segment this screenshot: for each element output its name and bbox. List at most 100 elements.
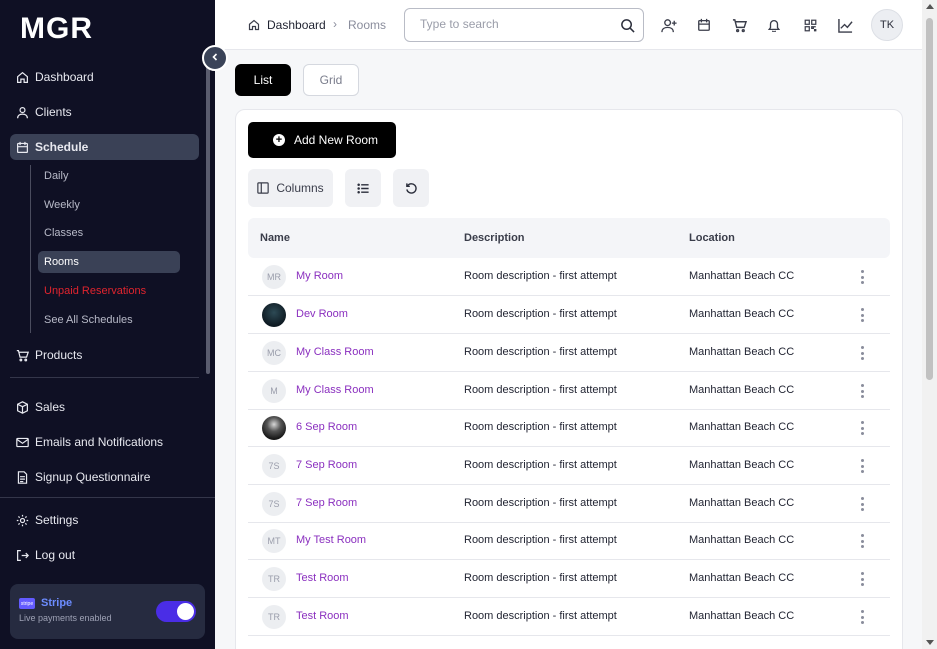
sidebar-item-products[interactable]: Products <box>10 342 199 368</box>
scroll-up-arrow-icon[interactable] <box>926 4 934 9</box>
sidebar-item-emails-and-notifications[interactable]: Emails and Notifications <box>10 429 199 455</box>
table-row[interactable]: MC My Class Room Room description - firs… <box>248 334 890 372</box>
room-name-link[interactable]: 7 Sep Room <box>296 459 357 471</box>
room-location: Manhattan Beach CC <box>689 497 795 509</box>
home-icon[interactable] <box>248 18 260 36</box>
room-avatar: MT <box>262 529 286 553</box>
room-name-link[interactable]: Dev Room <box>296 308 348 320</box>
room-name-link[interactable]: My Class Room <box>296 384 374 396</box>
room-name-link[interactable]: Test Room <box>296 610 349 622</box>
search-input[interactable] <box>420 17 610 31</box>
sidebar-item-log-out[interactable]: Log out <box>10 542 199 568</box>
room-name-link[interactable]: 6 Sep Room <box>296 421 357 433</box>
chevron-left-icon <box>210 49 220 67</box>
room-location: Manhattan Beach CC <box>689 459 795 471</box>
room-location: Manhattan Beach CC <box>689 384 795 396</box>
more-vertical-icon[interactable] <box>855 533 869 549</box>
user-icon <box>16 106 29 119</box>
stripe-subtitle: Live payments enabled <box>19 613 112 623</box>
sidebar-subitem-daily[interactable]: Daily <box>38 165 180 187</box>
column-header-name[interactable]: Name <box>260 232 290 244</box>
tab-list-view[interactable]: List <box>235 64 291 96</box>
more-vertical-icon[interactable] <box>855 269 869 285</box>
room-location: Manhattan Beach CC <box>689 421 795 433</box>
sidebar-item-dashboard[interactable]: Dashboard <box>10 64 199 90</box>
sidebar-subitem-rooms[interactable]: Rooms <box>38 251 180 273</box>
bell-icon[interactable] <box>765 16 783 34</box>
plus-circle-icon: + <box>273 134 285 146</box>
calendar-icon[interactable] <box>695 16 713 34</box>
room-avatar: MC <box>262 341 286 365</box>
room-name-link[interactable]: Test Room <box>296 572 349 584</box>
table-header: Name Description Location <box>248 218 890 258</box>
search-box[interactable] <box>404 8 644 42</box>
sidebar-item-clients[interactable]: Clients <box>10 99 199 125</box>
sidebar-item-schedule[interactable]: Schedule <box>10 134 199 160</box>
sidebar-item-label: Schedule <box>35 140 89 154</box>
cart-icon <box>16 349 29 362</box>
room-description: Room description - first attempt <box>464 308 617 320</box>
column-header-description[interactable]: Description <box>464 232 525 244</box>
refresh-icon <box>405 182 418 195</box>
document-icon <box>16 470 29 484</box>
app-logo[interactable]: MGR <box>20 12 93 46</box>
sidebar-subitem-weekly[interactable]: Weekly <box>38 194 180 216</box>
more-vertical-icon[interactable] <box>855 571 869 587</box>
sidebar-scrollbar[interactable] <box>206 62 210 374</box>
room-name-link[interactable]: My Test Room <box>296 534 366 546</box>
table-row[interactable]: TR Test Room Room description - first at… <box>248 598 890 636</box>
more-vertical-icon[interactable] <box>855 383 869 399</box>
refresh-button[interactable] <box>393 169 429 207</box>
sidebar-item-sales[interactable]: Sales <box>10 394 199 420</box>
toggle-knob <box>177 603 194 620</box>
room-name-link[interactable]: 7 Sep Room <box>296 497 357 509</box>
column-header-location[interactable]: Location <box>689 232 735 244</box>
more-vertical-icon[interactable] <box>855 458 869 474</box>
chart-icon[interactable] <box>836 16 854 34</box>
room-description: Room description - first attempt <box>464 572 617 584</box>
room-name-link[interactable]: My Room <box>296 270 343 282</box>
scrollbar-thumb[interactable] <box>926 18 933 380</box>
add-user-icon[interactable] <box>660 16 678 34</box>
stripe-status-card: stripe Stripe Live payments enabled <box>10 584 205 639</box>
qr-code-icon[interactable] <box>801 16 819 34</box>
room-avatar: 7S <box>262 492 286 516</box>
table-row[interactable]: TR Test Room Room description - first at… <box>248 560 890 598</box>
density-list-button[interactable] <box>345 169 381 207</box>
more-vertical-icon[interactable] <box>855 496 869 512</box>
scroll-down-arrow-icon[interactable] <box>926 640 934 645</box>
sidebar-item-label: Log out <box>35 548 76 562</box>
sidebar-divider <box>10 377 199 378</box>
tab-grid-view[interactable]: Grid <box>303 64 359 96</box>
sidebar-subitem-classes[interactable]: Classes <box>38 222 180 244</box>
table-row[interactable]: MR My Room Room description - first atte… <box>248 258 890 296</box>
breadcrumb-chevron-icon: › <box>333 17 337 31</box>
more-vertical-icon[interactable] <box>855 420 869 436</box>
table-row[interactable]: MT My Test Room Room description - first… <box>248 522 890 560</box>
add-new-room-button[interactable]: + Add New Room <box>248 122 396 158</box>
stripe-live-toggle[interactable] <box>156 601 196 622</box>
sidebar-subitem-unpaid-reservations[interactable]: Unpaid Reservations <box>38 280 180 302</box>
cart-icon[interactable] <box>730 16 748 34</box>
table-row[interactable]: 7S 7 Sep Room Room description - first a… <box>248 485 890 523</box>
columns-button[interactable]: Columns <box>248 169 333 207</box>
more-vertical-icon[interactable] <box>855 345 869 361</box>
more-vertical-icon[interactable] <box>855 307 869 323</box>
sidebar-subitem-see-all-schedules[interactable]: See All Schedules <box>38 309 180 331</box>
search-icon[interactable] <box>620 18 635 38</box>
table-row[interactable]: M My Class Room Room description - first… <box>248 372 890 410</box>
room-name-link[interactable]: My Class Room <box>296 346 374 358</box>
sidebar-item-settings[interactable]: Settings <box>10 507 199 533</box>
room-description: Room description - first attempt <box>464 270 617 282</box>
user-avatar[interactable]: TK <box>871 9 903 41</box>
table-row[interactable]: Dev Room Room description - first attemp… <box>248 296 890 334</box>
table-row[interactable]: 7S 7 Sep Room Room description - first a… <box>248 447 890 485</box>
sidebar-collapse-button[interactable] <box>202 45 228 71</box>
room-description: Room description - first attempt <box>464 534 617 546</box>
sidebar-item-signup-questionnaire[interactable]: Signup Questionnaire <box>10 464 199 490</box>
stripe-title: Stripe <box>41 597 73 609</box>
more-vertical-icon[interactable] <box>855 609 869 625</box>
breadcrumb-dashboard-link[interactable]: Dashboard <box>267 18 326 32</box>
page-scrollbar[interactable] <box>922 0 937 649</box>
table-row[interactable]: 6 Sep Room Room description - first atte… <box>248 409 890 447</box>
